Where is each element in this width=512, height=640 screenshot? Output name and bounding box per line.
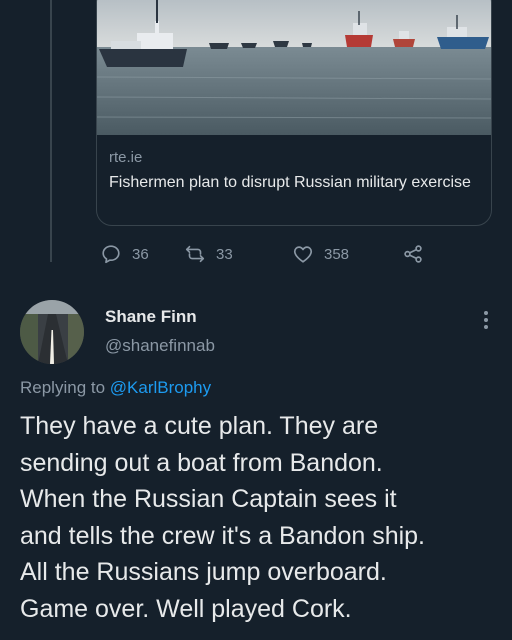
user-handle[interactable]: @shanefinnab	[105, 336, 215, 356]
replying-to-prefix: Replying to	[20, 378, 110, 397]
tweet-text-line: All the Russians jump overboard.	[20, 558, 387, 586]
display-name[interactable]: Shane Finn	[105, 307, 197, 327]
more-icon-dot	[484, 325, 488, 329]
tweet-text: They have a cute plan. They are sending …	[20, 408, 504, 627]
tweet-text-line: They have a cute plan. They are	[20, 412, 379, 440]
more-icon	[484, 311, 488, 315]
retweet-count: 33	[216, 245, 233, 263]
reply-count: 36	[132, 245, 149, 263]
tweet-text-line: and tells the crew it's a Bandon ship.	[20, 521, 426, 550]
more-options-button[interactable]	[476, 308, 496, 332]
link-card-image	[97, 0, 491, 135]
link-card-title: Fishermen plan to disrupt Russian milita…	[109, 174, 471, 191]
replying-to-mention-link[interactable]: @KarlBrophy	[110, 378, 211, 397]
more-icon-dot	[484, 318, 488, 322]
tweet-thread: rte.ie Fishermen plan to disrupt Russian…	[0, 0, 512, 640]
reply-icon	[100, 243, 122, 265]
share-button[interactable]	[402, 240, 424, 268]
retweet-icon	[184, 243, 206, 265]
replying-to-line: Replying to @KarlBrophy	[20, 378, 211, 398]
reply-button[interactable]: 36	[100, 240, 149, 268]
like-button[interactable]: 358	[292, 240, 349, 268]
tweet-text-line: Game over. Well played Cork.	[20, 594, 352, 623]
like-icon	[292, 243, 314, 265]
tweet-text-line: When the Russian Captain sees it	[20, 485, 397, 513]
link-card-domain: rte.ie	[109, 149, 143, 166]
link-preview-card[interactable]: rte.ie Fishermen plan to disrupt Russian…	[96, 0, 492, 226]
thread-connector-line	[50, 0, 52, 262]
tweet-action-bar: 36 33 358	[96, 240, 436, 268]
tweet-text-line: sending out a boat from Bandon.	[20, 448, 383, 477]
share-icon	[402, 243, 424, 265]
like-count: 358	[324, 245, 350, 263]
retweet-button[interactable]: 33	[184, 240, 233, 268]
avatar[interactable]	[20, 300, 84, 364]
